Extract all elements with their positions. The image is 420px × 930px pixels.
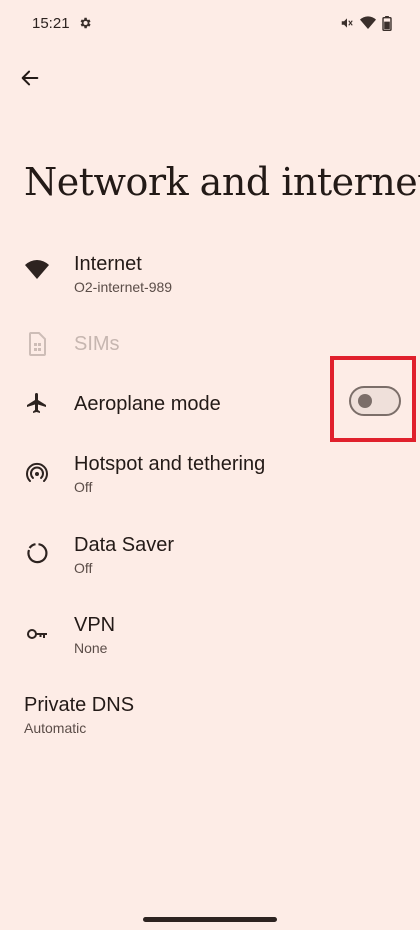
status-bar: 15:21 (0, 0, 420, 44)
internet-item[interactable]: Internet O2-internet-989 (0, 250, 420, 300)
gear-icon (80, 17, 91, 29)
page-title: Network and internet (24, 160, 420, 204)
hotspot-subtitle: Off (74, 479, 93, 495)
airplane-icon (24, 390, 50, 416)
vpn-title: VPN (74, 614, 116, 636)
vpn-key-icon (24, 621, 50, 647)
back-button[interactable] (14, 62, 46, 94)
home-indicator[interactable] (143, 917, 277, 922)
mute-icon (341, 18, 353, 28)
data-saver-icon (24, 540, 50, 566)
sims-item: SIMs (0, 328, 420, 360)
hotspot-title: Hotspot and tethering (74, 453, 266, 475)
wifi-icon (360, 16, 376, 29)
data-saver-item[interactable]: Data Saver Off (0, 531, 420, 581)
arrow-left-icon (21, 70, 39, 86)
private-dns-subtitle: Automatic (24, 720, 87, 736)
sim-card-icon (24, 331, 50, 357)
status-icons (340, 15, 392, 31)
internet-subtitle: O2-internet-989 (74, 279, 173, 295)
data-saver-subtitle: Off (74, 560, 93, 576)
private-dns-item[interactable]: Private DNS Automatic (0, 691, 420, 741)
hotspot-icon (24, 460, 50, 486)
internet-title: Internet (74, 253, 142, 275)
sims-title: SIMs (74, 333, 120, 355)
aeroplane-mode-toggle[interactable] (349, 386, 401, 416)
aeroplane-mode-title: Aeroplane mode (74, 393, 221, 415)
private-dns-title: Private DNS (24, 694, 135, 716)
battery-icon (382, 15, 392, 31)
vpn-subtitle: None (74, 640, 108, 656)
toggle-knob (358, 394, 372, 408)
data-saver-title: Data Saver (74, 534, 175, 556)
status-time: 15:21 (32, 15, 70, 32)
hotspot-item[interactable]: Hotspot and tethering Off (0, 450, 420, 500)
wifi-icon (24, 257, 50, 283)
vpn-item[interactable]: VPN None (0, 611, 420, 661)
